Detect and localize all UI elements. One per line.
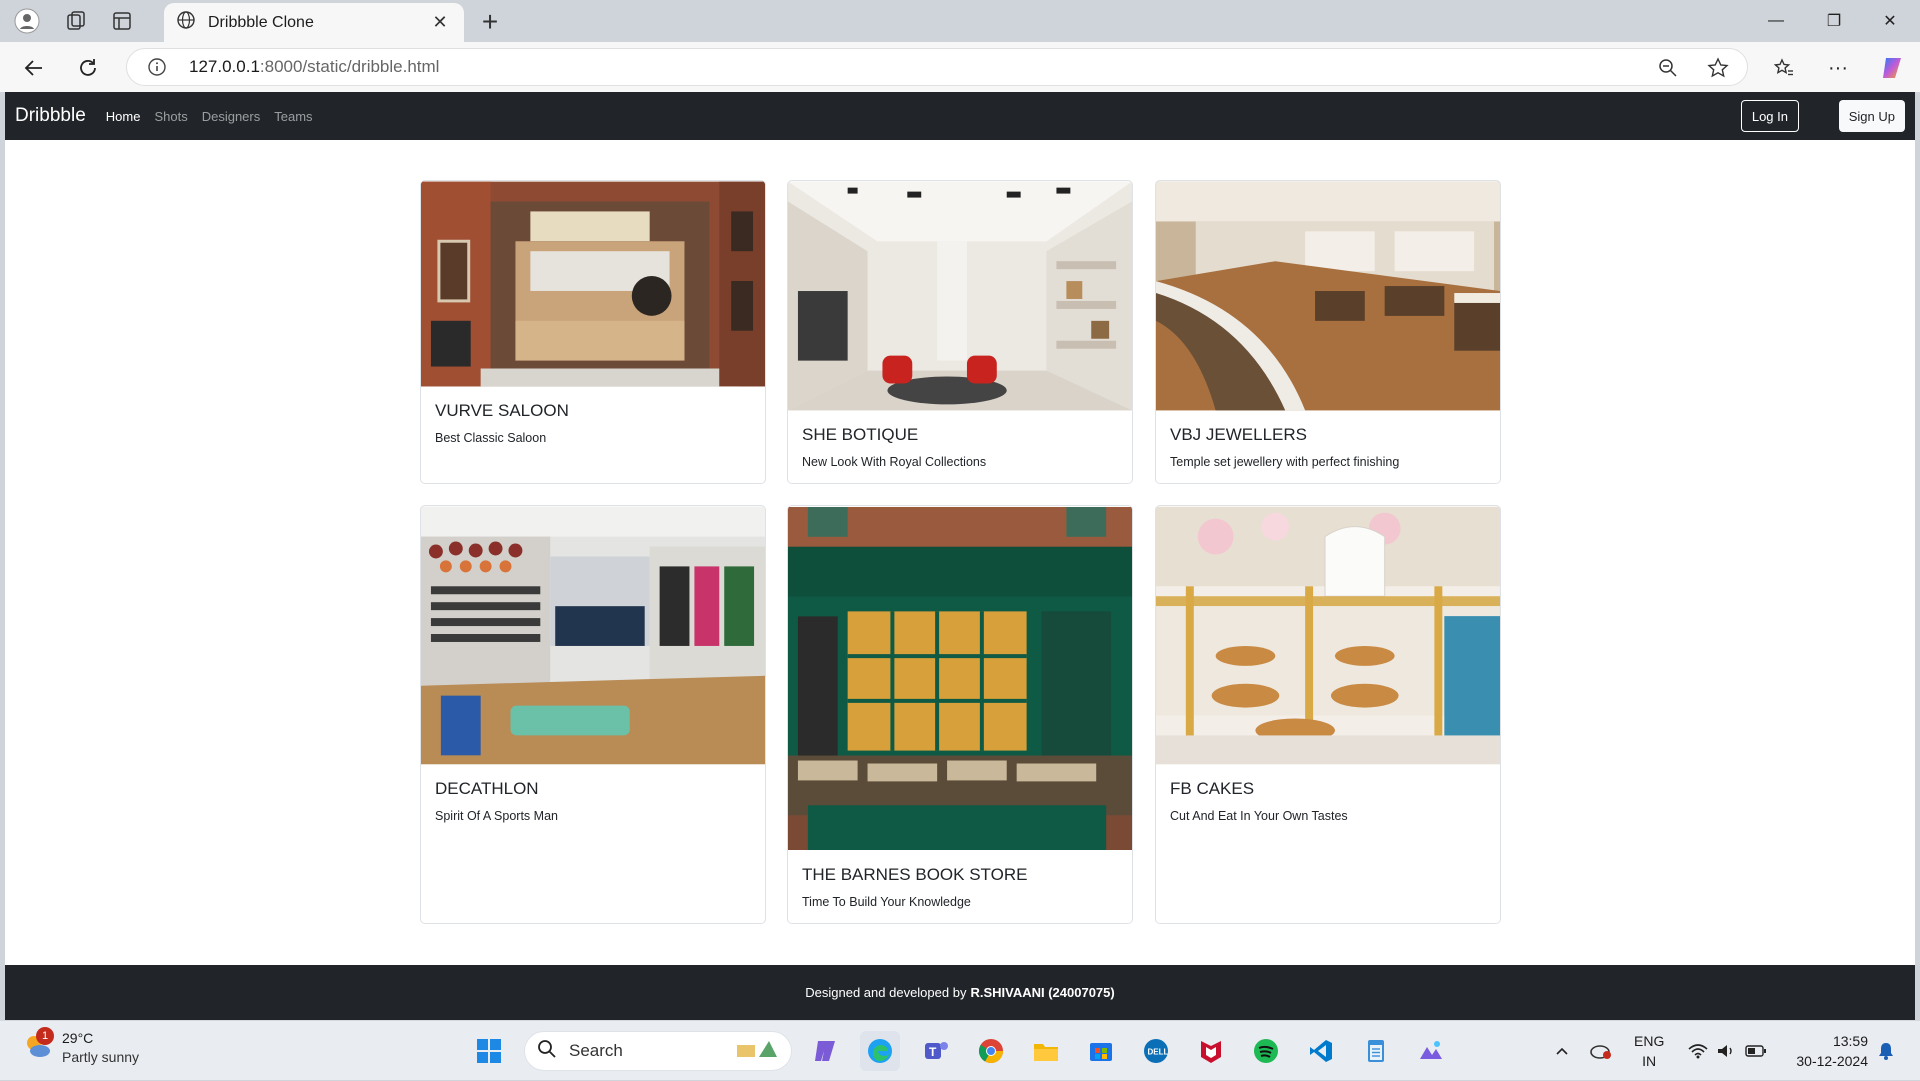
tab-actions-icon[interactable] — [106, 5, 138, 37]
photos-app-icon[interactable] — [1411, 1031, 1451, 1071]
weather-widget[interactable]: 1 29°C Partly sunny — [22, 1026, 140, 1067]
teams-app-icon[interactable]: T — [916, 1031, 956, 1071]
notepad-app-icon[interactable] — [1356, 1031, 1396, 1071]
card-vbj-jewellers[interactable]: VBJ JEWELLERS Temple set jewellery with … — [1155, 180, 1501, 484]
workspaces-icon[interactable] — [60, 5, 92, 37]
favorite-star-icon[interactable] — [1700, 50, 1736, 86]
bakery-counter-image — [1156, 506, 1500, 765]
nav-home[interactable]: Home — [106, 109, 141, 124]
dell-app-icon[interactable]: DELL — [1136, 1031, 1176, 1071]
card-title: VURVE SALOON — [435, 401, 569, 420]
weather-badge: 1 — [36, 1026, 54, 1045]
edge-app-icon[interactable] — [860, 1031, 900, 1071]
chrome-app-icon[interactable] — [971, 1031, 1011, 1071]
clock-time: 13:59 — [1832, 1033, 1868, 1049]
card-title: FB CAKES — [1170, 779, 1255, 798]
more-options-icon[interactable]: ··· — [1820, 50, 1856, 86]
file-explorer-icon[interactable] — [1026, 1031, 1066, 1071]
nav-shots[interactable]: Shots — [154, 109, 187, 124]
footer-prefix: Designed and developed by — [805, 985, 967, 1000]
windows-taskbar: 1 29°C Partly sunny Search T DELL ENG IN… — [0, 1020, 1920, 1080]
battery-icon[interactable] — [1742, 1021, 1770, 1081]
search-highlight-icon — [735, 1037, 779, 1066]
close-icon[interactable]: ✕ — [428, 12, 452, 33]
card-title: VBJ JEWELLERS — [1170, 425, 1307, 444]
tab-dribbble-clone[interactable]: Dribbble Clone ✕ — [164, 3, 464, 42]
card-text: Spirit Of A Sports Man — [435, 809, 558, 823]
card-text: Time To Build Your Knowledge — [802, 895, 971, 909]
copilot-app-icon[interactable] — [806, 1031, 846, 1071]
profile-icon[interactable] — [11, 5, 43, 37]
chevron-up-icon[interactable] — [1548, 1021, 1576, 1081]
globe-icon — [176, 10, 196, 35]
wifi-icon[interactable] — [1684, 1021, 1712, 1081]
card-text: Best Classic Saloon — [435, 431, 547, 445]
tab-title: Dribbble Clone — [208, 13, 314, 31]
favorites-icon[interactable] — [1766, 50, 1802, 86]
restore-button[interactable]: ❐ — [1806, 0, 1862, 42]
site-info-icon[interactable] — [137, 57, 177, 77]
weather-desc: Partly sunny — [62, 1049, 140, 1065]
close-window-button[interactable]: ✕ — [1862, 0, 1918, 42]
onedrive-icon[interactable] — [1586, 1021, 1616, 1081]
card-text: New Look With Royal Collections — [802, 455, 987, 469]
card-text: Temple set jewellery with perfect finish… — [1170, 455, 1400, 469]
card-she-botique[interactable]: SHE BOTIQUE New Look With Royal Collecti… — [787, 180, 1133, 484]
start-button[interactable] — [469, 1031, 509, 1071]
svg-text:DELL: DELL — [1148, 1048, 1169, 1057]
copilot-icon[interactable] — [1874, 50, 1910, 86]
taskbar-search[interactable]: Search — [524, 1031, 792, 1071]
zoom-icon[interactable] — [1650, 50, 1686, 86]
sports-store-image — [421, 506, 765, 765]
language-indicator[interactable]: ENG IN — [1634, 1031, 1664, 1071]
browser-tabbar: Dribbble Clone ✕ + — ❐ ✕ — [0, 0, 1920, 42]
clock-date: 30-12-2024 — [1796, 1053, 1868, 1069]
card-decathlon[interactable]: DECATHLON Spirit Of A Sports Man — [420, 505, 766, 924]
barbershop-storefront-image — [421, 181, 765, 387]
card-title: THE BARNES BOOK STORE — [802, 865, 1028, 884]
volume-icon[interactable] — [1712, 1021, 1740, 1081]
search-label: Search — [569, 1041, 623, 1060]
card-vurve-saloon[interactable]: VURVE SALOON Best Classic Saloon — [420, 180, 766, 484]
new-tab-button[interactable]: + — [474, 6, 506, 38]
signup-button[interactable]: Sign Up — [1838, 100, 1905, 132]
nav-designers[interactable]: Designers — [202, 109, 261, 124]
boutique-interior-image — [788, 181, 1132, 411]
card-text: Cut And Eat In Your Own Tastes — [1170, 809, 1348, 823]
browser-toolbar: 127.0.0.1:8000/static/dribble.html ··· — [0, 42, 1920, 92]
vscode-app-icon[interactable] — [1301, 1031, 1341, 1071]
address-bar[interactable]: 127.0.0.1:8000/static/dribble.html — [126, 48, 1748, 86]
jewellery-showroom-image — [1156, 181, 1500, 411]
footer-author: R.SHIVAANI (24007075) — [970, 985, 1115, 1000]
weather-icon: 1 — [22, 1026, 54, 1066]
svg-text:T: T — [929, 1045, 937, 1059]
weather-temp: 29°C — [62, 1030, 94, 1046]
login-button[interactable]: Log In — [1740, 100, 1799, 132]
minimize-button[interactable]: — — [1748, 0, 1804, 42]
brand-logo[interactable]: Dribbble — [15, 105, 86, 127]
site-footer: Designed and developed by R.SHIVAANI (24… — [5, 965, 1915, 1020]
lang-bottom: IN — [1642, 1053, 1657, 1069]
url-text: 127.0.0.1:8000/static/dribble.html — [189, 57, 440, 76]
back-button[interactable] — [16, 50, 52, 86]
bookstore-front-image — [788, 506, 1132, 851]
nav-teams[interactable]: Teams — [274, 109, 312, 124]
mcafee-app-icon[interactable] — [1191, 1031, 1231, 1071]
card-title: SHE BOTIQUE — [802, 425, 919, 444]
search-icon — [537, 1039, 557, 1064]
lang-top: ENG — [1634, 1033, 1665, 1049]
refresh-button[interactable] — [70, 50, 106, 86]
site-navbar: Dribbble Home Shots Designers Teams Log … — [5, 92, 1915, 140]
clock[interactable]: 13:59 30-12-2024 — [1796, 1031, 1868, 1071]
card-fb-cakes[interactable]: FB CAKES Cut And Eat In Your Own Tastes — [1155, 505, 1501, 924]
store-app-icon[interactable] — [1081, 1031, 1121, 1071]
notification-bell-icon[interactable] — [1872, 1021, 1900, 1081]
card-barnes-book-store[interactable]: THE BARNES BOOK STORE Time To Build Your… — [787, 505, 1133, 924]
page-viewport: Dribbble Home Shots Designers Teams Log … — [5, 92, 1915, 1020]
spotify-app-icon[interactable] — [1246, 1031, 1286, 1071]
card-title: DECATHLON — [435, 779, 539, 798]
